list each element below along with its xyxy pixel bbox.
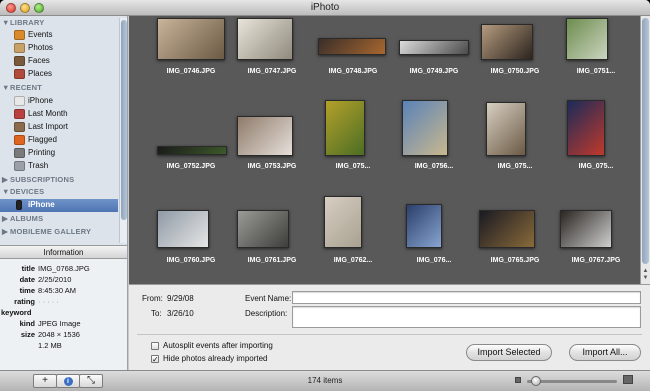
photo-thumb[interactable]: IMG_0751... [555,16,637,86]
mobileme-gallery-section-header[interactable]: ▶ MOBILEME GALLERY [2,227,91,236]
scroll-up-arrow-icon[interactable]: ▲ [642,268,649,274]
faces-icon [14,56,25,66]
sidebar-scrollbar[interactable] [119,18,127,243]
information-panel: title IMG_0768.JPG date 2/25/2010 time 8:45… [0,259,128,370]
sidebar-scroll-thumb[interactable] [121,20,127,220]
calendar-icon [14,109,25,119]
large-thumbnail-icon[interactable] [623,375,633,384]
from-label: From: [142,294,163,303]
photo-thumb[interactable]: IMG_075... [474,100,556,170]
photo-image [237,210,289,248]
zoom-slider-knob[interactable] [531,376,541,386]
photo-image [481,24,533,60]
photo-thumb[interactable]: IMG_075... [555,100,637,170]
description-label: Description: [245,309,288,318]
photo-thumb[interactable]: IMG_0761.JPG [231,196,313,266]
from-date: 9/29/08 [167,294,194,303]
hide-imported-label: Hide photos already imported [163,354,268,363]
import-all-button[interactable]: Import All... [569,344,641,361]
subscriptions-section-header[interactable]: ▶ SUBSCRIPTIONS [2,175,74,184]
window-title: iPhoto [310,2,340,13]
photo-thumb[interactable]: IMG_0767.JPG [555,196,637,266]
photo-thumb[interactable]: IMG_075... [312,100,394,170]
photo-thumb[interactable]: IMG_076... [393,196,475,266]
sidebar: ▼LIBRARY Events Photos Faces Places ▼REC… [0,16,128,245]
photo-thumb[interactable]: IMG_0747.JPG [231,16,313,86]
photo-image [318,38,386,55]
photo-thumb[interactable]: IMG_0753.JPG [231,100,313,170]
grid-scrollbar[interactable]: ▲ ▼ [640,16,650,284]
photo-thumb[interactable]: IMG_0752.JPG [150,100,232,170]
title-bar[interactable]: iPhoto [0,0,650,16]
photo-image [566,18,608,60]
grid-scroll-thumb[interactable] [642,18,649,264]
library-section-header[interactable]: ▼LIBRARY [2,18,44,27]
photo-thumb[interactable]: IMG_0760.JPG [150,196,232,266]
photo-image [399,40,469,55]
import-selected-button[interactable]: Import Selected [466,344,552,361]
hide-imported-checkbox[interactable]: ✓ [151,355,159,364]
places-icon [14,69,25,79]
autosplit-label: Autosplit events after importing [163,341,273,350]
photo-image [157,210,209,248]
to-date: 3/26/10 [167,309,194,318]
photo-grid: IMG_0746.JPG IMG_0747.JPG IMG_0748.JPG I… [129,16,640,284]
photo-image [567,100,605,156]
photo-thumb[interactable]: IMG_0750.JPG [474,16,556,86]
sidebar-item-iphone-event[interactable]: iPhone [0,95,118,108]
devices-section-header[interactable]: ▼DEVICES [2,187,44,196]
to-label: To: [151,309,162,318]
trash-icon [14,161,25,171]
photo-thumb[interactable]: IMG_0748.JPG [312,16,394,86]
recent-section-header[interactable]: ▼RECENT [2,83,42,92]
printing-icon [14,148,25,158]
photo-image [402,100,448,156]
autosplit-checkbox[interactable] [151,342,159,350]
photos-icon [14,43,25,53]
photo-image [237,18,293,60]
photo-thumb[interactable]: IMG_0762... [312,196,394,266]
event-name-field[interactable] [292,291,641,304]
photo-image [237,116,293,156]
flag-icon [14,135,25,145]
photo-thumb[interactable]: IMG_0746.JPG [150,16,232,86]
last-import-icon [14,122,25,132]
sidebar-item-last-import[interactable]: Last Import [0,121,118,134]
iphone-device-icon [16,200,22,210]
photo-thumb[interactable]: IMG_0756... [393,100,475,170]
photo-thumb[interactable]: IMG_0749.JPG [393,16,475,86]
sidebar-item-places[interactable]: Places [0,68,118,81]
sidebar-item-trash[interactable]: Trash [0,160,118,173]
events-icon [14,30,25,40]
photo-image [324,196,362,248]
photo-image [157,18,225,60]
iphone-event-icon [14,96,25,106]
sidebar-item-last-month[interactable]: Last Month [0,108,118,121]
description-field[interactable] [292,306,641,328]
sidebar-item-faces[interactable]: Faces [0,55,118,68]
sidebar-item-events[interactable]: Events [0,29,118,42]
iphoto-window: iPhoto ▼LIBRARY Events Photos Faces Plac… [0,0,650,391]
photo-image [486,102,526,156]
photo-image [406,204,442,248]
information-header[interactable]: Information [0,245,128,259]
sidebar-item-flagged[interactable]: Flagged [0,134,118,147]
bottom-toolbar: + i ⤡ 174 items [0,370,650,391]
sidebar-item-iphone-device[interactable]: iPhone [0,199,118,212]
rating-dots[interactable]: · · · · · [38,297,59,306]
divider [137,334,642,335]
event-name-label: Event Name: [245,294,292,303]
sidebar-item-printing[interactable]: Printing [0,147,118,160]
scroll-down-arrow-icon[interactable]: ▼ [642,275,649,281]
sidebar-item-photos[interactable]: Photos [0,42,118,55]
import-panel: From: 9/29/08 To: 3/26/10 Event Name: De… [129,284,650,370]
photo-image [560,210,612,248]
photo-thumb[interactable]: IMG_0765.JPG [474,196,556,266]
photo-image [479,210,535,248]
small-thumbnail-icon[interactable] [515,377,521,383]
albums-section-header[interactable]: ▶ ALBUMS [2,214,43,223]
photo-image [325,100,365,156]
photo-image [157,146,227,155]
